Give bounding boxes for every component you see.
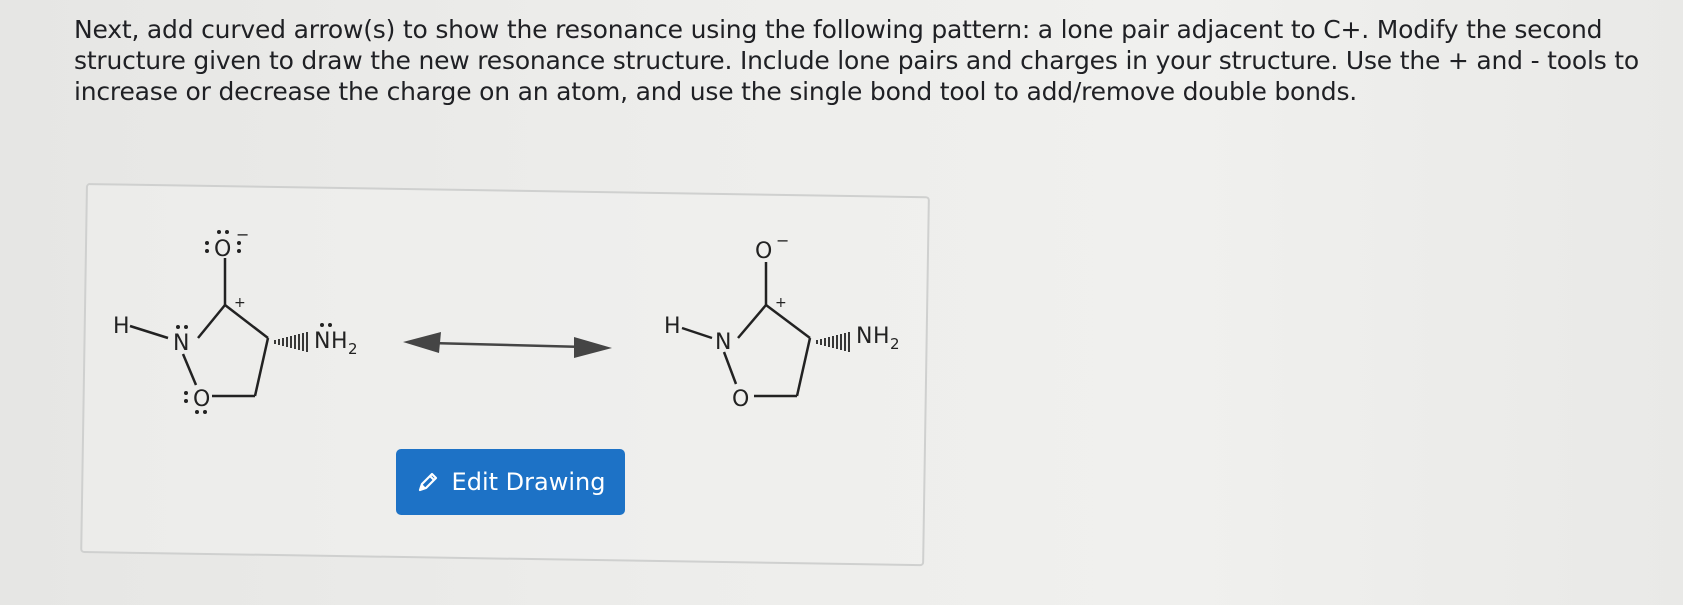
atom-o-top: O [755, 239, 772, 264]
atom-o-ring: O [732, 387, 749, 412]
bond-n-c [737, 304, 767, 339]
atom-n: N [173, 331, 189, 356]
nh2-n: N [856, 324, 872, 349]
hashed-wedge [816, 332, 850, 352]
bond-h-n [129, 324, 169, 340]
atom-o-ring: O [193, 387, 210, 412]
pencil-icon [416, 470, 440, 494]
right-structure: O − + H N O N H 2 [664, 231, 900, 412]
atom-h: H [113, 314, 130, 339]
charge-o: − [776, 231, 789, 250]
nh2-h: H [873, 324, 890, 349]
nh2-n: N [314, 329, 330, 354]
atom-o-top: O [214, 237, 231, 262]
nh2-sub: 2 [348, 340, 358, 358]
bond-n-oring [181, 353, 198, 386]
bond-c-c2 [253, 337, 270, 397]
bond-c-c [224, 304, 269, 339]
edit-drawing-button[interactable]: Edit Drawing [396, 449, 625, 515]
left-structure: O − + H N O N H 2 [113, 225, 358, 414]
charge-o: − [236, 225, 249, 244]
edit-drawing-label: Edit Drawing [451, 468, 606, 496]
atom-n: N [715, 330, 731, 355]
charge-c: + [775, 295, 787, 311]
atom-h: H [664, 314, 681, 339]
resonance-drawing: O − + H N O N H 2 O − + H N O N H 2 [113, 225, 900, 414]
bond-n-c [197, 304, 226, 339]
nh2-h: H [331, 329, 348, 354]
bond-n-oring [722, 351, 738, 385]
bond-h-n [681, 326, 713, 340]
bond-c-c2 [795, 337, 812, 397]
resonance-arrow [403, 332, 612, 358]
hashed-wedge [274, 332, 308, 352]
nh2-sub: 2 [890, 335, 900, 353]
bond-c-c [765, 304, 811, 339]
charge-c: + [234, 295, 246, 311]
